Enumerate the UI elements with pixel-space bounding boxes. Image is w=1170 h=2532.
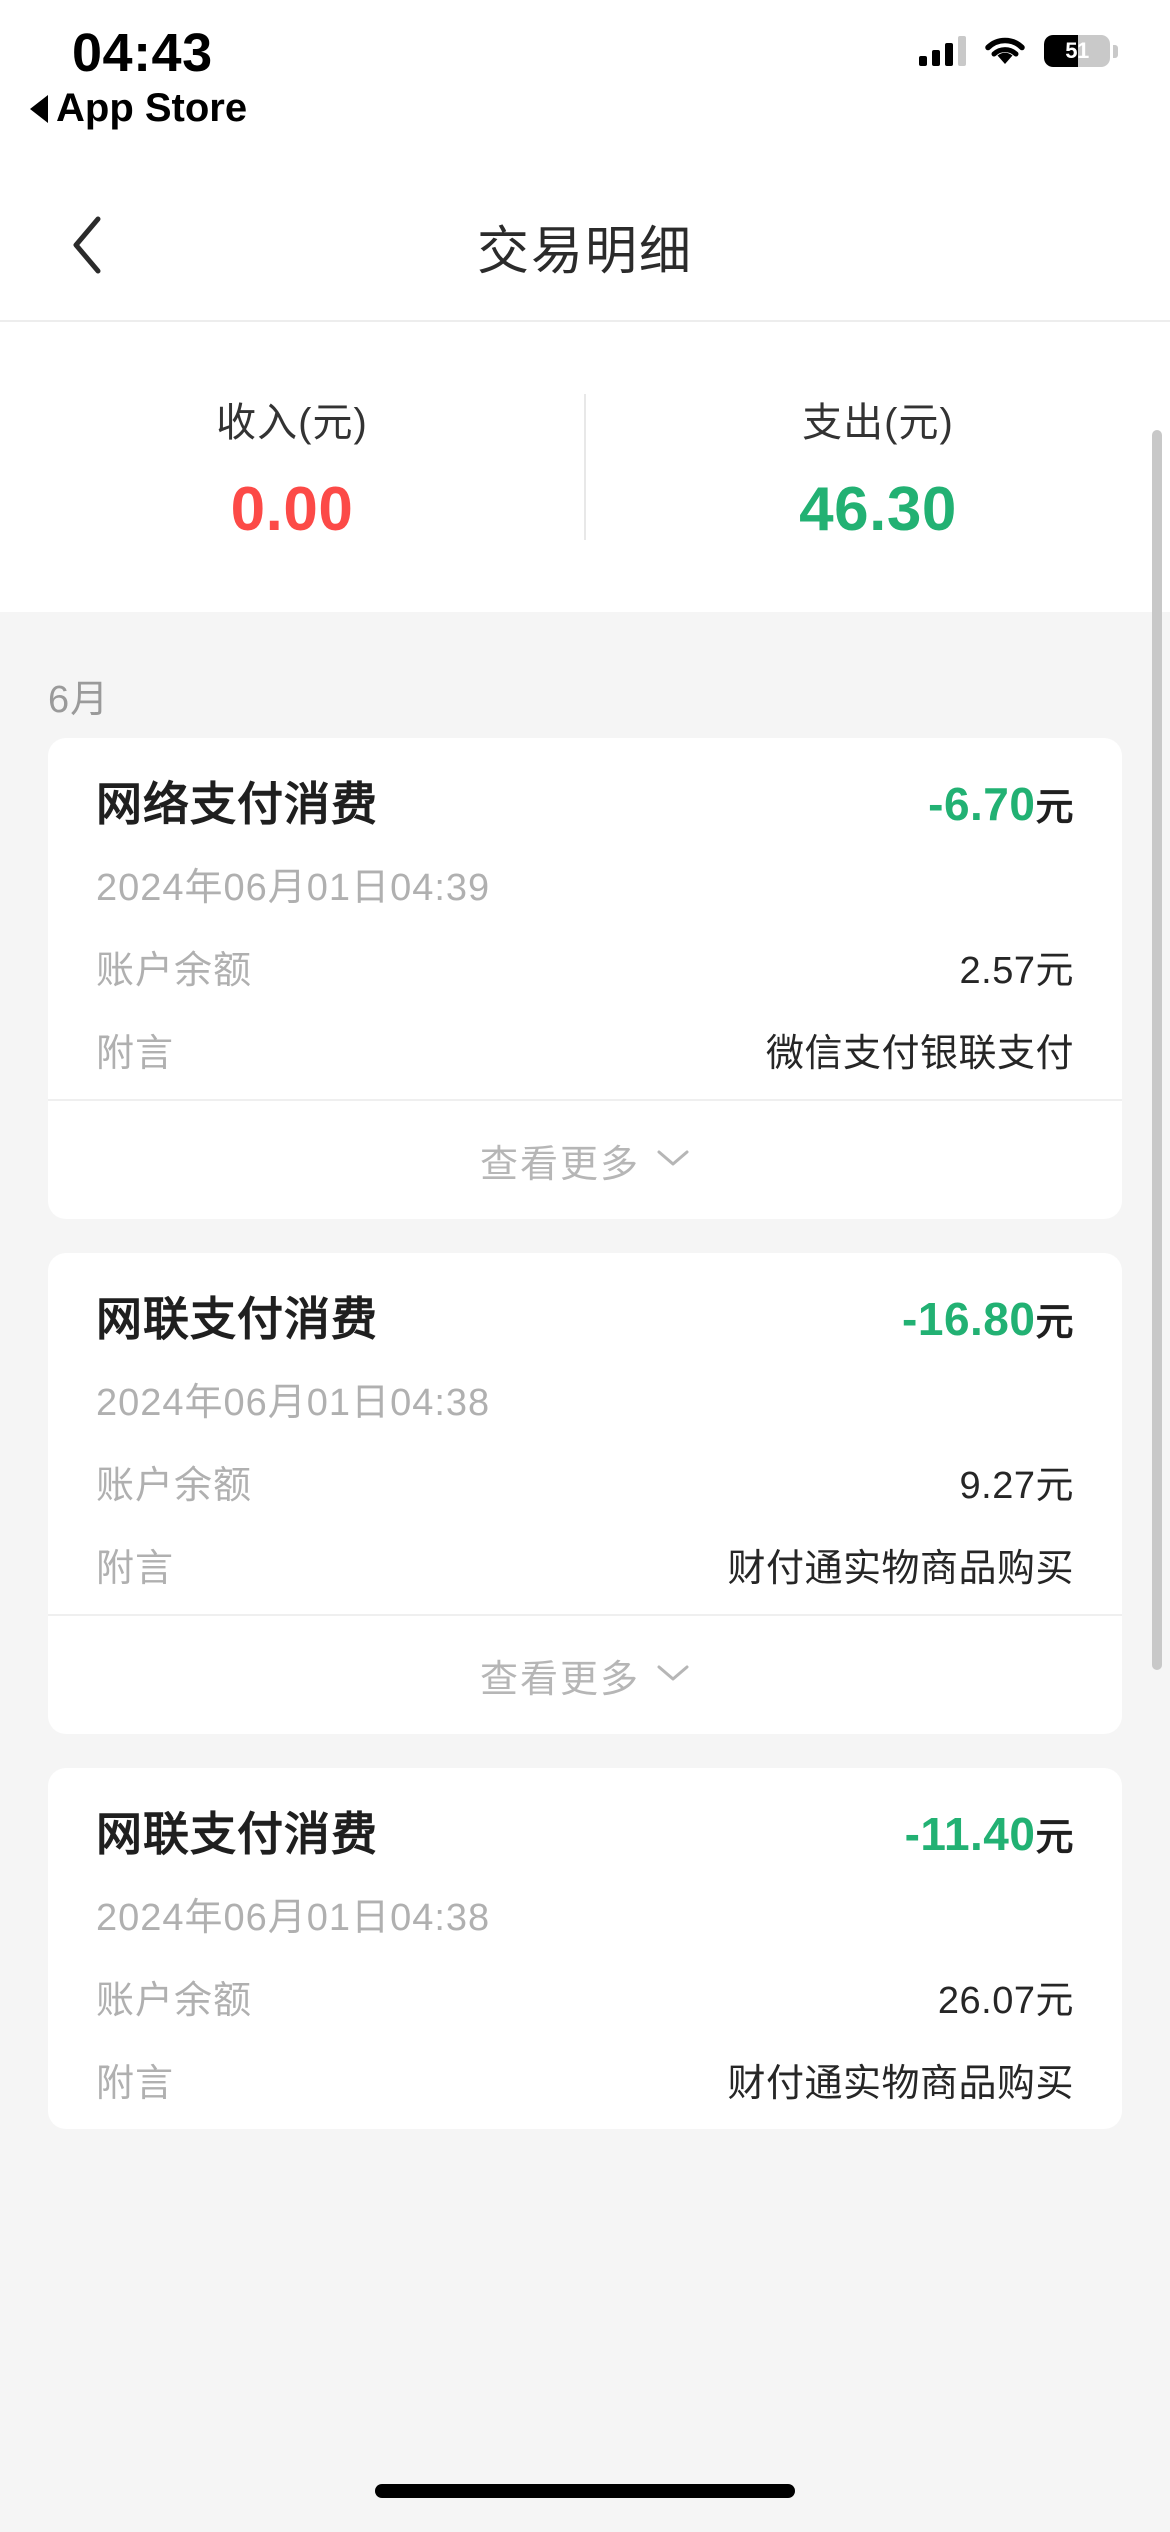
transaction-list[interactable]: 6月 网络支付消费 -6.70元 2024年06月01日04:39 账户余额 2.57元… (0, 612, 1170, 2402)
view-more-label: 查看更多 (479, 1658, 640, 1701)
battery-icon: 51 (1044, 35, 1118, 67)
transaction-card[interactable]: 网联支付消费 -11.40元 2024年06月01日04:38 账户余额 26.07元附… (48, 1768, 1122, 2129)
home-indicator[interactable] (375, 2484, 795, 2498)
transaction-note-row: 附言 财付通实物商品购买 (96, 2052, 1074, 2107)
back-to-app-store-label: App Store (56, 86, 248, 130)
note-value: 微信支付银联支付 (765, 1033, 1074, 1075)
view-more-label: 查看更多 (479, 1143, 640, 1186)
app-screen: 04:43 App Store 51 交易明细 收入(元) 0.00 支出(元)… (0, 0, 1170, 2532)
page-title: 交易明细 (476, 222, 693, 281)
nav-bar: 交易明细 (0, 170, 1170, 322)
transaction-datetime: 2024年06月01日04:38 (96, 1897, 491, 1939)
transaction-datetime: 2024年06月01日04:39 (96, 867, 491, 909)
income-label: 收入(元) (216, 400, 368, 445)
transaction-note-row: 附言 微信支付银联支付 (96, 1022, 1074, 1077)
expense-summary: 支出(元) 46.30 (586, 390, 1170, 545)
transaction-body: 网联支付消费 -11.40元 2024年06月01日04:38 账户余额 26.07元附… (48, 1768, 1122, 2129)
transaction-title: 网络支付消费 (96, 778, 378, 830)
transaction-datetime: 2024年06月01日04:38 (96, 1382, 491, 1424)
transaction-body: 网联支付消费 -16.80元 2024年06月01日04:38 账户余额 9.27元附言… (48, 1253, 1122, 1614)
transaction-amount-value: -16.80 (902, 1293, 1036, 1345)
transaction-amount: -16.80元 (902, 1291, 1074, 1346)
chevron-down-icon (656, 1663, 690, 1688)
wifi-icon (984, 35, 1026, 67)
note-label: 附言 (96, 1033, 175, 1075)
status-bar-indicators: 51 (919, 30, 1118, 72)
summary-panel: 收入(元) 0.00 支出(元) 46.30 (0, 322, 1170, 612)
expense-value: 46.30 (799, 474, 957, 544)
transaction-amount-unit: 元 (1035, 787, 1074, 829)
view-more-button[interactable]: 查看更多 (48, 1614, 1122, 1734)
chevron-down-icon (656, 1148, 690, 1173)
transaction-title: 网联支付消费 (96, 1808, 378, 1860)
transaction-card-container: 网络支付消费 -6.70元 2024年06月01日04:39 账户余额 2.57元 附言微… (0, 738, 1170, 2129)
transaction-header: 网联支付消费 -16.80元 (96, 1283, 1074, 1349)
note-label: 附言 (96, 2063, 175, 2105)
balance-value: 9.27元 (959, 1465, 1074, 1507)
transaction-card[interactable]: 网联支付消费 -16.80元 2024年06月01日04:38 账户余额 9.27元附言… (48, 1253, 1122, 1734)
transaction-amount: -6.70元 (928, 776, 1074, 831)
note-label: 附言 (96, 1548, 175, 1590)
status-bar-clock: 04:43 (72, 23, 213, 83)
vertical-scrollbar[interactable] (1152, 430, 1162, 1670)
month-header: 6月 (48, 679, 110, 721)
view-more-button[interactable]: 查看更多 (48, 1099, 1122, 1219)
balance-value: 2.57元 (959, 950, 1074, 992)
transaction-amount-unit: 元 (1035, 1817, 1074, 1859)
balance-label: 账户余额 (96, 1465, 253, 1507)
battery-level-label: 51 (1065, 38, 1089, 63)
back-triangle-icon (30, 94, 48, 123)
signal-bars-icon (919, 36, 966, 66)
transaction-title: 网联支付消费 (96, 1293, 378, 1345)
note-value: 财付通实物商品购买 (727, 1548, 1074, 1590)
transaction-amount-unit: 元 (1035, 1302, 1074, 1344)
balance-label: 账户余额 (96, 950, 253, 992)
balance-label: 账户余额 (96, 1980, 253, 2022)
back-to-app-store-button[interactable]: App Store (30, 86, 247, 131)
transaction-header: 网络支付消费 -6.70元 (96, 768, 1074, 834)
transaction-balance-row: 账户余额 9.27元 (96, 1454, 1074, 1509)
income-summary: 收入(元) 0.00 (0, 390, 584, 545)
status-bar: 04:43 App Store 51 (0, 0, 1170, 170)
transaction-amount-value: -6.70 (928, 778, 1036, 830)
transaction-amount-value: -11.40 (904, 1808, 1036, 1860)
balance-value: 26.07元 (937, 1980, 1074, 2022)
note-value: 财付通实物商品购买 (727, 2063, 1074, 2105)
income-value: 0.00 (230, 474, 354, 544)
transaction-header: 网联支付消费 -11.40元 (96, 1798, 1074, 1864)
transaction-note-row: 附言 财付通实物商品购买 (96, 1537, 1074, 1592)
transaction-balance-row: 账户余额 2.57元 (96, 939, 1074, 994)
transaction-body: 网络支付消费 -6.70元 2024年06月01日04:39 账户余额 2.57元附言 微… (48, 738, 1122, 1099)
expense-label: 支出(元) (802, 400, 954, 445)
transaction-amount: -11.40元 (905, 1806, 1074, 1861)
transaction-balance-row: 账户余额 26.07元 (96, 1969, 1074, 2024)
transaction-card[interactable]: 网络支付消费 -6.70元 2024年06月01日04:39 账户余额 2.57元附言 微… (48, 738, 1122, 1219)
